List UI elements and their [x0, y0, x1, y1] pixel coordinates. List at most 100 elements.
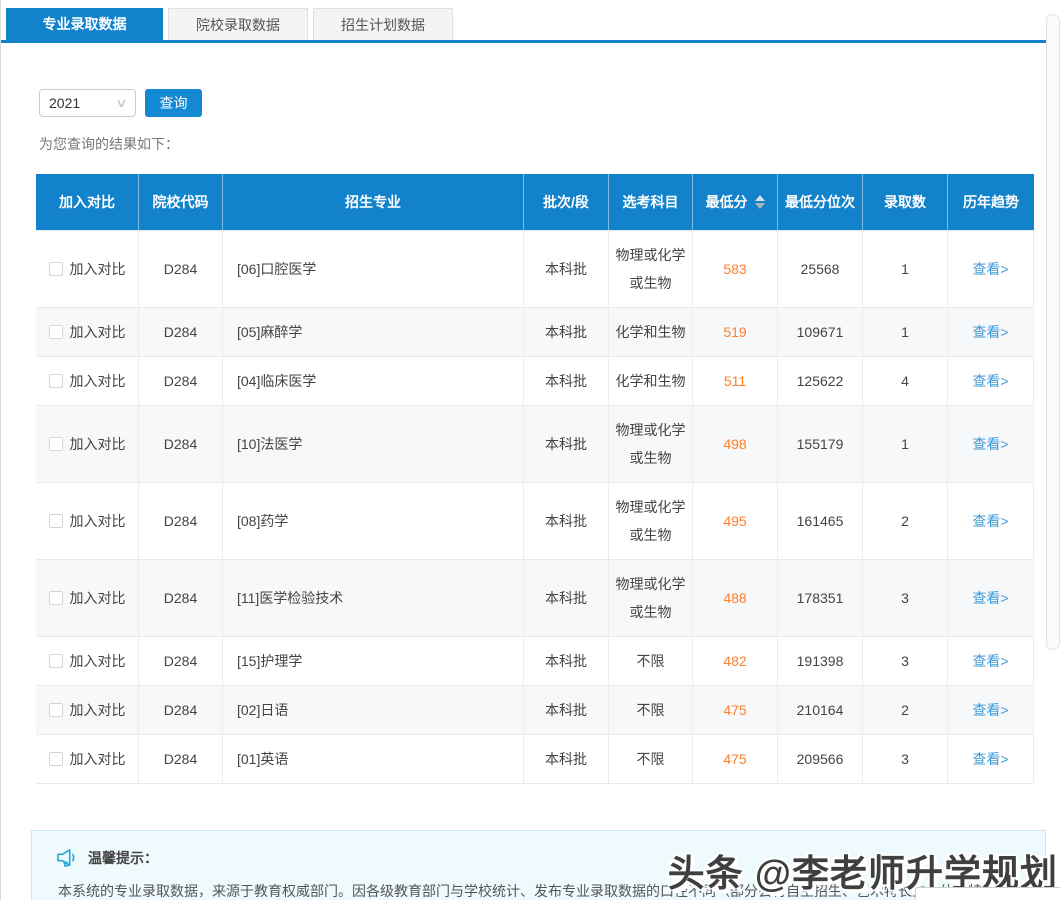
view-trend-link[interactable]: 查看>	[972, 318, 1008, 346]
compare-label: 加入对比	[69, 373, 126, 389]
min-score-cell: 488	[693, 560, 778, 637]
min-score-cell: 495	[693, 483, 778, 560]
batch-cell: 本科批	[524, 637, 609, 686]
table-header-row: 加入对比 院校代码 招生专业 批次/段 选考科目 最低分 最低分位次 录取数 历…	[36, 174, 1034, 230]
min-score-cell: 482	[693, 637, 778, 686]
major-cell: [06]口腔医学	[223, 230, 524, 308]
table-row: 加入对比 D284 [01]英语 本科批 不限 475 209566 3 查看>	[36, 735, 1034, 784]
compare-cell: 加入对比	[36, 483, 139, 560]
major-cell: [05]麻醉学	[223, 308, 524, 357]
major-cell: [11]医学检验技术	[223, 560, 524, 637]
col-header-major: 招生专业	[223, 174, 524, 230]
compare-checkbox[interactable]	[48, 437, 63, 451]
rank-cell: 109671	[778, 308, 863, 357]
trend-cell: 查看>	[948, 308, 1034, 357]
college-code-cell: D284	[139, 637, 223, 686]
compare-label: 加入对比	[69, 702, 126, 718]
table-body: 加入对比 D284 [06]口腔医学 本科批 物理或化学 或生物 583 255…	[36, 230, 1034, 784]
subjects-cell: 不限	[609, 686, 693, 735]
compare-checkbox[interactable]	[48, 591, 63, 605]
compare-label: 加入对比	[69, 513, 126, 529]
compare-checkbox[interactable]	[48, 654, 63, 668]
table-row: 加入对比 D284 [08]药学 本科批 物理或化学 或生物 495 16146…	[36, 483, 1034, 560]
view-trend-link[interactable]: 查看>	[972, 255, 1008, 283]
college-code-cell: D284	[139, 483, 223, 560]
subjects-cell: 物理或化学 或生物	[609, 406, 693, 483]
view-trend-link[interactable]: 查看>	[972, 745, 1008, 773]
view-trend-link[interactable]: 查看>	[972, 430, 1008, 458]
table-row: 加入对比 D284 [10]法医学 本科批 物理或化学 或生物 498 1551…	[36, 406, 1034, 483]
compare-cell: 加入对比	[36, 230, 139, 308]
college-code-cell: D284	[139, 686, 223, 735]
year-select[interactable]: 2021 ∨	[39, 89, 136, 117]
filter-controls: 2021 ∨ 查询	[39, 89, 1060, 117]
chevron-down-icon: ∨	[115, 96, 128, 110]
scrollbar[interactable]	[1046, 14, 1060, 650]
compare-label: 加入对比	[69, 653, 126, 669]
college-code-cell: D284	[139, 357, 223, 406]
view-trend-link[interactable]: 查看>	[972, 367, 1008, 395]
compare-cell: 加入对比	[36, 406, 139, 483]
compare-checkbox[interactable]	[48, 325, 63, 339]
subjects-cell: 物理或化学 或生物	[609, 560, 693, 637]
major-cell: [08]药学	[223, 483, 524, 560]
compare-checkbox[interactable]	[48, 752, 63, 766]
view-trend-link[interactable]: 查看>	[972, 584, 1008, 612]
compare-cell: 加入对比	[36, 735, 139, 784]
col-header-subjects: 选考科目	[609, 174, 693, 230]
trend-cell: 查看>	[948, 357, 1034, 406]
year-select-value: 2021	[49, 95, 81, 111]
tab-bar: 专业录取数据 院校录取数据 招生计划数据	[1, 0, 1060, 43]
count-cell: 3	[863, 637, 948, 686]
view-trend-link[interactable]: 查看>	[972, 696, 1008, 724]
subjects-cell: 不限	[609, 735, 693, 784]
major-cell: [10]法医学	[223, 406, 524, 483]
batch-cell: 本科批	[524, 483, 609, 560]
sort-control[interactable]	[754, 195, 765, 209]
compare-checkbox[interactable]	[48, 703, 63, 717]
sort-asc-icon[interactable]	[754, 195, 765, 201]
trend-cell: 查看>	[948, 686, 1034, 735]
query-button[interactable]: 查询	[145, 89, 202, 117]
rank-cell: 191398	[778, 637, 863, 686]
tab-enrollment-plan-data[interactable]: 招生计划数据	[313, 8, 453, 40]
view-trend-link[interactable]: 查看>	[972, 647, 1008, 675]
table-row: 加入对比 D284 [04]临床医学 本科批 化学和生物 511 125622 …	[36, 357, 1034, 406]
view-trend-link[interactable]: 查看>	[972, 507, 1008, 535]
major-cell: [01]英语	[223, 735, 524, 784]
table-row: 加入对比 D284 [15]护理学 本科批 不限 482 191398 3 查看…	[36, 637, 1034, 686]
college-code-cell: D284	[139, 308, 223, 357]
compare-checkbox[interactable]	[48, 374, 63, 388]
count-cell: 2	[863, 686, 948, 735]
min-score-cell: 511	[693, 357, 778, 406]
subjects-cell: 物理或化学 或生物	[609, 483, 693, 560]
trend-cell: 查看>	[948, 483, 1034, 560]
tab-major-admission-data[interactable]: 专业录取数据	[6, 8, 163, 40]
trend-cell: 查看>	[948, 560, 1034, 637]
college-code-cell: D284	[139, 406, 223, 483]
count-cell: 2	[863, 483, 948, 560]
count-cell: 1	[863, 230, 948, 308]
subjects-cell: 不限	[609, 637, 693, 686]
compare-cell: 加入对比	[36, 637, 139, 686]
compare-checkbox[interactable]	[48, 514, 63, 528]
trend-cell: 查看>	[948, 406, 1034, 483]
min-score-cell: 519	[693, 308, 778, 357]
tab-college-admission-data[interactable]: 院校录取数据	[168, 8, 308, 40]
min-score-cell: 475	[693, 686, 778, 735]
college-code-cell: D284	[139, 560, 223, 637]
rank-cell: 161465	[778, 483, 863, 560]
tip-title: 温馨提示：	[88, 850, 158, 866]
result-hint: 为您查询的结果如下：	[39, 136, 179, 152]
major-cell: [02]日语	[223, 686, 524, 735]
col-header-batch: 批次/段	[524, 174, 609, 230]
tab-label: 专业录取数据	[42, 16, 127, 32]
count-cell: 1	[863, 406, 948, 483]
compare-checkbox[interactable]	[48, 262, 63, 276]
batch-cell: 本科批	[524, 230, 609, 308]
compare-cell: 加入对比	[36, 686, 139, 735]
col-header-count: 录取数	[863, 174, 948, 230]
tab-label: 招生计划数据	[341, 16, 425, 33]
sort-desc-icon[interactable]	[754, 203, 765, 209]
compare-label: 加入对比	[69, 751, 126, 767]
